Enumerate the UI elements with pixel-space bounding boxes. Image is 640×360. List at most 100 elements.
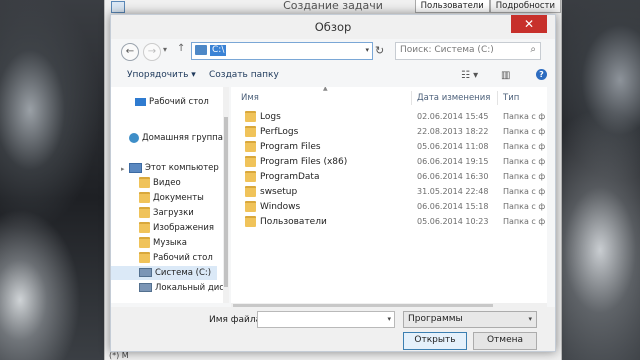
file-name-text: ProgramData — [260, 172, 320, 182]
drive-icon — [195, 45, 207, 55]
table-row[interactable]: Program Files 05.06.2014 11:08 Папка с ф — [231, 139, 547, 154]
file-date: 22.08.2013 18:22 — [417, 127, 489, 136]
history-dropdown-icon[interactable]: ▾ — [163, 45, 167, 54]
nav-item-desktop-folder[interactable]: Рабочий стол — [139, 251, 213, 265]
nav-label: Рабочий стол — [153, 253, 213, 263]
column-header-type[interactable]: Тип — [503, 87, 519, 109]
file-name: ProgramData — [245, 171, 319, 182]
tab-details[interactable]: Подробности — [489, 0, 561, 13]
column-divider[interactable] — [411, 91, 412, 105]
file-date: 31.05.2014 22:48 — [417, 187, 489, 196]
nav-item-pictures[interactable]: Изображения — [139, 221, 214, 235]
table-row[interactable]: swsetup 31.05.2014 22:48 Папка с ф — [231, 184, 547, 199]
folder-icon — [245, 126, 256, 137]
nav-scroll-thumb[interactable] — [224, 117, 228, 287]
table-row[interactable]: Пользователи 05.06.2014 10:23 Папка с ф — [231, 214, 547, 229]
nav-item-local-disk[interactable]: Локальный диск — [139, 281, 223, 295]
forward-arrow-icon[interactable]: → — [143, 43, 161, 61]
navigation-pane: Рабочий стол Домашняя группа ▸ Этот комп… — [111, 87, 223, 303]
table-row[interactable]: Windows 06.06.2014 15:18 Папка с ф — [231, 199, 547, 214]
drive-icon — [139, 283, 152, 292]
file-name-text: Пользователи — [260, 217, 327, 227]
folder-icon — [245, 156, 256, 167]
address-bar[interactable]: C:\ ▾ — [191, 42, 373, 60]
folder-icon — [245, 141, 256, 152]
preview-pane-icon[interactable]: ▥ — [501, 70, 510, 81]
up-arrow-icon[interactable]: ↑ — [177, 43, 185, 54]
organize-button[interactable]: Упорядочить ▾ — [127, 70, 196, 80]
search-icon: ⌕ — [530, 44, 536, 55]
nav-item-documents[interactable]: Документы — [139, 191, 204, 205]
search-input[interactable]: Поиск: Система (C:) ⌕ — [395, 42, 541, 60]
nav-item-downloads[interactable]: Загрузки — [139, 206, 194, 220]
browse-dialog: Обзор ✕ ← → ▾ ↑ C:\ ▾ ↻ Поиск: Система (… — [110, 14, 556, 352]
column-header-name[interactable]: Имя — [241, 87, 259, 109]
expand-arrow-icon[interactable]: ▸ — [121, 165, 125, 173]
file-name: Program Files (x86) — [245, 156, 347, 167]
folder-icon — [139, 192, 150, 203]
nav-label: Изображения — [153, 223, 215, 233]
folder-icon — [245, 201, 256, 212]
file-name: Logs — [245, 111, 281, 122]
file-name-text: PerfLogs — [260, 127, 299, 137]
close-button[interactable]: ✕ — [511, 15, 547, 33]
file-name-text: swsetup — [260, 187, 298, 197]
file-name: PerfLogs — [245, 126, 298, 137]
file-type: Папка с ф — [503, 157, 546, 166]
table-row[interactable]: Logs 02.06.2014 15:45 Папка с ф — [231, 109, 547, 124]
filename-input[interactable]: ▾ — [257, 311, 395, 328]
tab-users[interactable]: Пользователи — [414, 0, 490, 13]
view-options-icon[interactable]: ☷ ▾ — [461, 70, 478, 81]
sort-ascending-icon: ▲ — [323, 87, 328, 92]
nav-label: Видео — [153, 178, 181, 188]
computer-icon — [129, 162, 142, 173]
nav-item-music[interactable]: Музыка — [139, 236, 187, 250]
column-header-date[interactable]: Дата изменения — [417, 87, 490, 109]
title-bar: Обзор ✕ — [111, 15, 555, 39]
folder-icon — [139, 177, 150, 188]
folder-icon — [139, 252, 150, 263]
nav-label: Загрузки — [153, 208, 194, 218]
search-placeholder: Поиск: Система (C:) — [400, 45, 494, 55]
table-row[interactable]: ProgramData 06.06.2014 16:30 Папка с ф — [231, 169, 547, 184]
nav-label: Этот компьютер — [145, 163, 219, 173]
nav-label: Локальный диск — [155, 283, 223, 293]
file-date: 05.06.2014 11:08 — [417, 142, 489, 151]
nav-item-this-pc[interactable]: Этот компьютер — [129, 161, 219, 175]
nav-label: Система (C:) — [155, 268, 212, 278]
dialog-footer: Имя файла: ▾ Программы ▾ Открыть Отмена — [111, 307, 555, 351]
file-type: Папка с ф — [503, 142, 546, 151]
back-arrow-icon[interactable]: ← — [121, 43, 139, 61]
filetype-select[interactable]: Программы ▾ — [403, 311, 537, 328]
nav-item-homegroup[interactable]: Домашняя группа — [129, 131, 223, 145]
file-name: Windows — [245, 201, 300, 212]
help-icon[interactable]: ? — [536, 69, 547, 80]
background-tabs: Пользователи Подробности — [414, 0, 561, 13]
cancel-button[interactable]: Отмена — [473, 332, 537, 350]
nav-item-videos[interactable]: Видео — [139, 176, 181, 190]
file-type: Папка с ф — [503, 127, 546, 136]
table-row[interactable]: Program Files (x86) 06.06.2014 19:15 Пап… — [231, 154, 547, 169]
filename-dropdown-icon[interactable]: ▾ — [387, 315, 391, 323]
folder-icon — [245, 186, 256, 197]
open-button[interactable]: Открыть — [403, 332, 467, 350]
refresh-icon[interactable]: ↻ — [375, 44, 384, 57]
background-bottom-text: (*) M — [109, 351, 129, 360]
command-toolbar: Упорядочить ▾ Создать папку ☷ ▾ ▥ ? — [111, 67, 555, 87]
nav-item-desktop[interactable]: Рабочий стол — [135, 95, 209, 109]
filetype-value: Программы — [408, 314, 463, 324]
new-folder-button[interactable]: Создать папку — [209, 70, 279, 80]
file-name: swsetup — [245, 186, 297, 197]
address-dropdown-icon[interactable]: ▾ — [365, 46, 369, 54]
file-date: 02.06.2014 15:45 — [417, 112, 489, 121]
nav-label: Документы — [153, 193, 204, 203]
address-path: C:\ — [210, 45, 227, 56]
column-divider[interactable] — [497, 91, 498, 105]
file-type: Папка с ф — [503, 112, 546, 121]
folder-icon — [139, 207, 150, 218]
nav-scrollbar[interactable] — [223, 87, 229, 303]
file-name: Program Files — [245, 141, 321, 152]
nav-item-system-c[interactable]: Система (C:) — [111, 266, 217, 280]
table-row[interactable]: PerfLogs 22.08.2013 18:22 Папка с ф — [231, 124, 547, 139]
folder-icon — [139, 237, 150, 248]
